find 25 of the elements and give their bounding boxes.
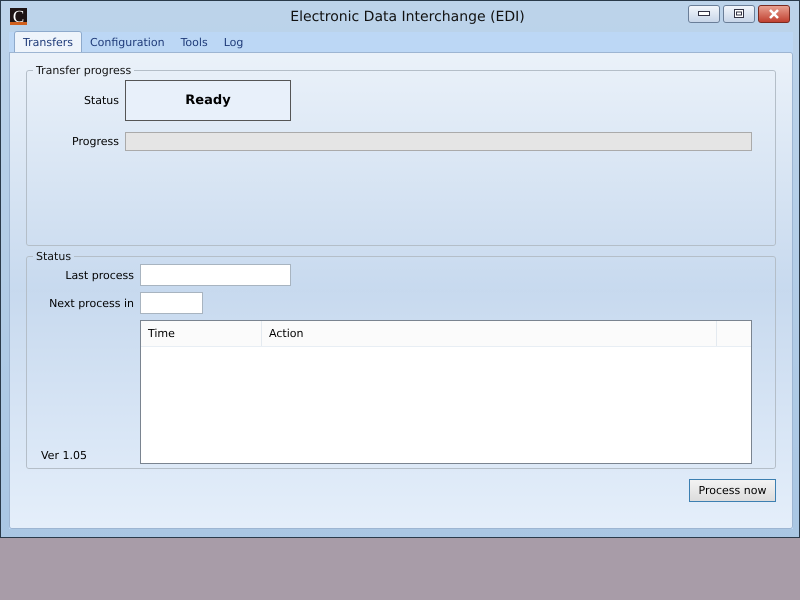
column-header[interactable]: Time — [141, 321, 262, 346]
tab[interactable]: Transfers — [14, 31, 82, 52]
version-label: Ver 1.05 — [41, 449, 87, 462]
tab[interactable]: Configuration — [82, 34, 173, 52]
column-header[interactable]: Action — [262, 321, 717, 346]
status-label: Status — [82, 94, 119, 107]
window-title: Electronic Data Interchange (EDI) — [289, 8, 526, 24]
next-process-label: Next process in — [48, 296, 134, 310]
progress-label: Progress — [71, 135, 119, 148]
process-now-button[interactable]: Process now — [689, 479, 776, 502]
maximize-button[interactable] — [723, 4, 755, 22]
close-icon — [768, 8, 780, 18]
tab[interactable]: Log — [216, 34, 252, 52]
minimize-button[interactable] — [688, 4, 720, 22]
maximize-icon — [734, 9, 744, 18]
group-title: Status — [35, 250, 72, 263]
close-button[interactable] — [758, 4, 790, 22]
status-display: Ready — [125, 80, 291, 121]
group-title: Transfer progress — [35, 64, 132, 77]
minimize-icon — [698, 10, 710, 16]
next-process-field[interactable] — [140, 292, 203, 314]
last-process-label: Last process — [64, 268, 134, 282]
tab[interactable]: Tools — [172, 34, 216, 52]
last-process-field[interactable] — [140, 264, 291, 286]
app-logo: C — [10, 8, 27, 25]
